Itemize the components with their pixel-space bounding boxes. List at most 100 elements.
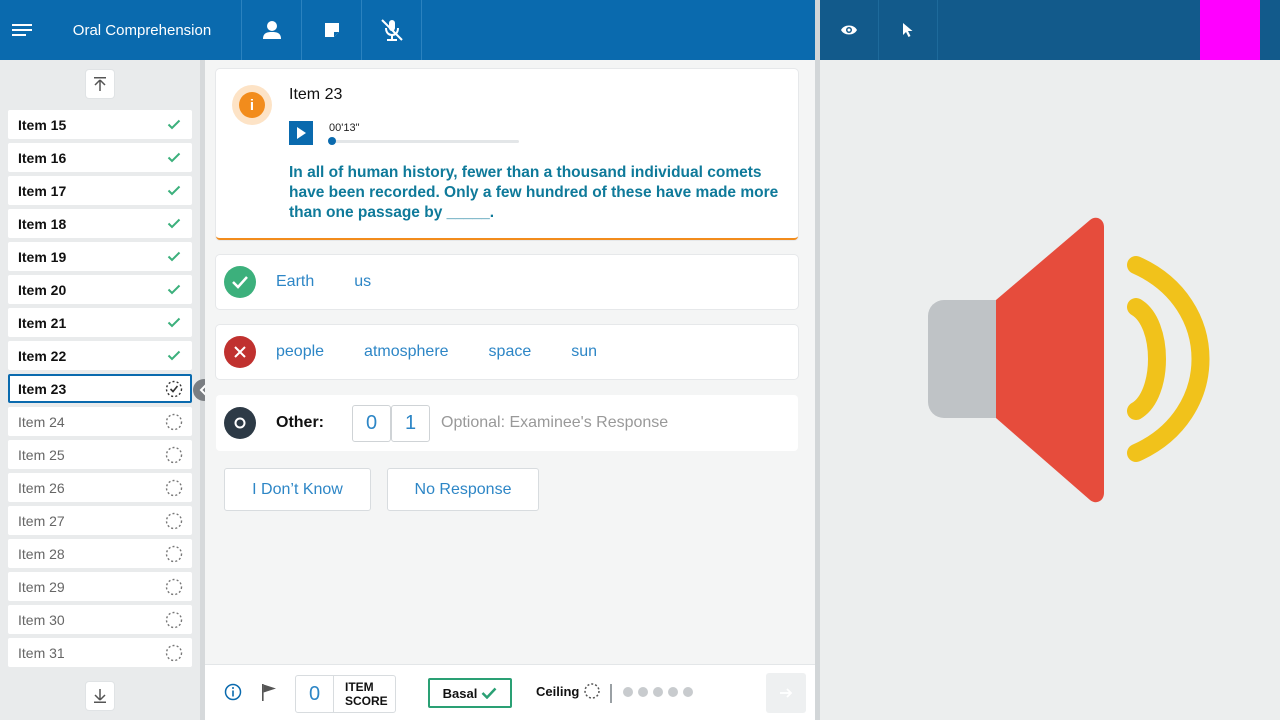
- note-icon: [324, 23, 339, 37]
- other-label: Other:: [276, 414, 324, 431]
- answer-us[interactable]: us: [354, 273, 371, 291]
- mic-off-icon: [380, 19, 403, 41]
- info-icon: i: [239, 92, 265, 118]
- sidebar-item-label: Item 25: [18, 446, 65, 463]
- no-response-button[interactable]: No Response: [387, 468, 539, 511]
- preview-button[interactable]: [820, 0, 879, 60]
- sidebar-item[interactable]: Item 16: [8, 143, 192, 172]
- item-info-button[interactable]: [224, 683, 242, 701]
- sidebar-item[interactable]: Item 26: [8, 473, 192, 502]
- sidebar-item[interactable]: Item 20: [8, 275, 192, 304]
- sidebar-item[interactable]: Item 19: [8, 242, 192, 271]
- scroll-top-button[interactable]: [86, 70, 114, 98]
- audio-time: 00'13": [329, 122, 360, 134]
- info-circle-icon: [224, 683, 242, 701]
- sidebar-item[interactable]: Item 23: [8, 374, 192, 403]
- other-score-1[interactable]: 1: [391, 404, 430, 442]
- answer-people[interactable]: people: [276, 343, 324, 361]
- top-bar: Oral Comprehension: [0, 0, 815, 60]
- menu-icon: [11, 24, 32, 36]
- check-circle-icon: [224, 266, 256, 298]
- other-score-0[interactable]: 0: [352, 404, 391, 442]
- mic-off-button[interactable]: [362, 0, 422, 60]
- sidebar-item-label: Item 31: [18, 644, 65, 661]
- progress-dot: [638, 687, 648, 697]
- viewer-top-bar: [820, 0, 1280, 60]
- check-icon: [165, 215, 183, 233]
- pending-icon: [165, 611, 183, 629]
- sidebar-item[interactable]: Item 24: [8, 407, 192, 436]
- basal-badge: Basal: [428, 678, 512, 708]
- next-item-button[interactable]: [766, 673, 806, 713]
- app-title: Oral Comprehension: [43, 0, 242, 60]
- pointer-button[interactable]: [879, 0, 938, 60]
- dotted-circle-icon: [584, 683, 601, 699]
- app-root: Oral Comprehension Item 15 Item 16 Item 17…: [0, 0, 1280, 720]
- answer-atmosphere[interactable]: atmosphere: [364, 343, 449, 361]
- audio-progress-knob[interactable]: [328, 137, 336, 145]
- question-title: Item 23: [289, 86, 343, 103]
- sidebar-item[interactable]: Item 31: [8, 638, 192, 667]
- answer-space[interactable]: space: [489, 343, 532, 361]
- sidebar-item[interactable]: Item 30: [8, 605, 192, 634]
- main-panel: i Item 23 00'13" In all of human history…: [205, 60, 815, 664]
- sidebar-item[interactable]: Item 17: [8, 176, 192, 205]
- check-icon: [165, 116, 183, 134]
- item-sidebar: Item 15 Item 16 Item 17 Item 18 Item 19 Item …: [0, 60, 200, 720]
- pending-icon: [165, 446, 183, 464]
- menu-button[interactable]: [0, 0, 43, 60]
- answer-earth[interactable]: Earth: [276, 273, 314, 291]
- pending-icon: [165, 479, 183, 497]
- panel-divider[interactable]: [815, 0, 820, 720]
- ceiling-label: Ceiling: [536, 683, 580, 699]
- sidebar-item[interactable]: Item 28: [8, 539, 192, 568]
- item-score-label: ITEM SCORE: [334, 676, 395, 712]
- other-answer-row: Other: 0 1: [216, 395, 798, 451]
- sidebar-item[interactable]: Item 22: [8, 341, 192, 370]
- sidebar-item[interactable]: Item 29: [8, 572, 192, 601]
- answer-sun[interactable]: sun: [571, 343, 597, 361]
- sidebar-item-label: Item 19: [18, 248, 67, 265]
- sidebar-item-label: Item 30: [18, 611, 65, 628]
- progress-dot: [683, 687, 693, 697]
- speaker-icon: [928, 217, 1210, 503]
- dont-know-button[interactable]: I Don’t Know: [224, 468, 371, 511]
- play-audio-button[interactable]: [289, 121, 313, 145]
- item-score: 0 ITEM SCORE: [295, 675, 396, 713]
- arrow-to-top-icon: [94, 77, 106, 91]
- question-card: i Item 23 00'13" In all of human history…: [216, 69, 798, 240]
- item-score-value: 0: [296, 676, 334, 712]
- ceiling-indicator: Ceiling: [536, 682, 601, 700]
- arrow-right-icon: [780, 688, 793, 698]
- item-list: Item 15 Item 16 Item 17 Item 18 Item 19 Item …: [8, 105, 192, 675]
- sidebar-item[interactable]: Item 21: [8, 308, 192, 337]
- sidebar-item-label: Item 18: [18, 215, 67, 232]
- sidebar-item[interactable]: Item 25: [8, 440, 192, 469]
- pending-icon: [165, 413, 183, 431]
- cursor-icon: [903, 23, 913, 37]
- audio-progress-track[interactable]: [328, 137, 519, 145]
- check-icon: [481, 687, 497, 699]
- check-icon: [165, 248, 183, 266]
- scroll-bottom-button[interactable]: [86, 682, 114, 710]
- sidebar-item-label: Item 29: [18, 578, 65, 595]
- sidebar-item[interactable]: Item 15: [8, 110, 192, 139]
- sidebar-item-label: Item 17: [18, 182, 67, 199]
- flag-button[interactable]: [261, 683, 277, 701]
- divider: [610, 684, 612, 703]
- check-icon: [165, 281, 183, 299]
- pending-icon: [165, 512, 183, 530]
- question-text: In all of human history, fewer than a th…: [289, 164, 779, 221]
- check-icon: [165, 149, 183, 167]
- eye-icon: [841, 25, 857, 35]
- bottom-bar: 0 ITEM SCORE Basal Ceiling: [205, 664, 815, 720]
- examinee-response-input[interactable]: [441, 414, 771, 432]
- sidebar-item-label: Item 15: [18, 116, 67, 133]
- examinee-button[interactable]: [242, 0, 302, 60]
- notes-button[interactable]: [302, 0, 362, 60]
- sidebar-item[interactable]: Item 18: [8, 209, 192, 238]
- sidebar-item[interactable]: Item 27: [8, 506, 192, 535]
- play-icon: [297, 127, 306, 139]
- check-icon: [165, 314, 183, 332]
- item-score-label-line2: SCORE: [345, 694, 388, 708]
